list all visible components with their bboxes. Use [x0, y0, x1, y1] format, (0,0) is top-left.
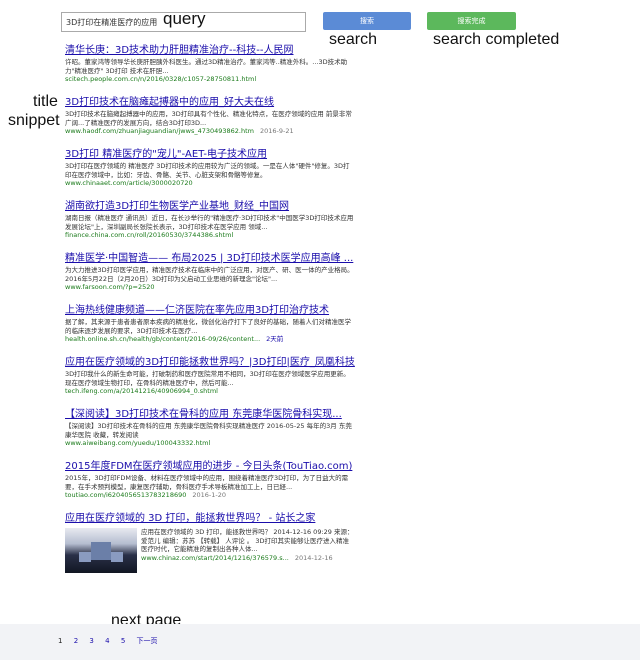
next-page-link[interactable]: 下一页 — [137, 637, 158, 645]
result-url[interactable]: tech.ifeng.com/a/20141216/40906994_0.sht… — [65, 387, 355, 396]
result-url-text: health.online.sh.cn/health/gb/content/20… — [65, 335, 261, 343]
result-url[interactable]: scitech.people.com.cn/n/2016/0328/c1057-… — [65, 75, 355, 84]
page-link-4[interactable]: 4 — [105, 637, 109, 645]
result-snippet: 【深阅读】3D打印技术在骨科的应用 东莞康华医院骨科实现精准医疗 2016-05… — [65, 422, 352, 439]
result-snippet: 应用在医疗领域的 3D 打印，能拯救世界吗？ 2014-12-16 09:29 … — [141, 528, 354, 553]
result-url[interactable]: www.aiweibang.com/yuedu/100043332.html — [65, 439, 355, 448]
result-url-text: finance.china.com.cn/roll/20160530/37443… — [65, 231, 234, 239]
page-link-5[interactable]: 5 — [121, 637, 125, 645]
result-url[interactable]: www.chinaz.com/start/2014/1216/376579.s.… — [141, 554, 355, 563]
result-title-link[interactable]: 湖南欲打造3D打印生物医学产业基地_财经_中国网 — [65, 200, 355, 213]
result-item: 2015年度FDM在医疗领域应用的进步 - 今日头条(TouTiao.com) … — [65, 460, 355, 500]
result-snippet: 为大力推进3D打印医学应用，精准医疗技术在临床中的广泛应用，对医产、研、医一体的… — [65, 266, 354, 283]
result-item: 湖南欲打造3D打印生物医学产业基地_财经_中国网 湖南日报（精准医疗 通讯员）近… — [65, 200, 355, 240]
result-item: 上海热线健康频道——仁济医院在率先应用3D打印治疗技术 据了解，其来源于患者患者… — [65, 304, 355, 344]
result-title-link[interactable]: 精准医学·中国智造—— 布局2025 | 3D打印技术医学应用高峰 ... — [65, 252, 355, 265]
result-title-link[interactable]: 应用在医疗领域的3D打印能拯救世界吗？|3D打印|医疗_凤凰科技 — [65, 356, 355, 369]
page-current: 1 — [58, 637, 63, 645]
result-date: 2天前 — [266, 335, 284, 343]
search-complete-button[interactable]: 搜索完成 — [427, 12, 516, 30]
page-link-3[interactable]: 3 — [89, 637, 93, 645]
result-snippet: 据了解，其来源于患者患者原本疾病的精准化，微创化治疗打下了良好的基础，随着人们对… — [65, 318, 351, 335]
result-url-text: www.chinaz.com/start/2014/1216/376579.s.… — [141, 553, 289, 562]
result-title-link[interactable]: 【深阅读】3D打印技术在骨科的应用 东莞康华医院骨科实现... — [65, 408, 355, 421]
result-url-text: www.aiweibang.com/yuedu/100043332.html — [65, 439, 211, 447]
annotation-query: query — [163, 9, 206, 28]
result-url-text: tech.ifeng.com/a/20141216/40906994_0.sht… — [65, 387, 218, 395]
result-item: 清华长庚：3D技术助力肝胆精准治疗--科技--人民网 许昭。董家鸿等领导华长庚肝… — [65, 44, 355, 84]
result-title-link[interactable]: 上海热线健康频道——仁济医院在率先应用3D打印治疗技术 — [65, 304, 355, 317]
result-thumbnail-image[interactable] — [65, 528, 137, 573]
result-title-link[interactable]: 应用在医疗领域的 3D 打印，能拯救世界吗？ - 站长之家 — [65, 512, 355, 525]
result-url-text: scitech.people.com.cn/n/2016/0328/c1057-… — [65, 75, 257, 83]
result-url-text: www.farsoon.com/?p=2520 — [65, 283, 155, 291]
result-title-link[interactable]: 3D打印 精准医疗的"宠儿"-AET-电子技术应用 — [65, 148, 355, 161]
result-url-text: toutiao.com/i6204056513783218690 — [65, 491, 187, 499]
result-url[interactable]: health.online.sh.cn/health/gb/content/20… — [65, 335, 355, 344]
annotation-snippet: snippet — [8, 112, 60, 129]
annotation-search-completed: search completed — [433, 31, 560, 48]
result-item: 应用在医疗领域的3D打印能拯救世界吗？|3D打印|医疗_凤凰科技 3D打印我什么… — [65, 356, 355, 396]
result-url[interactable]: www.farsoon.com/?p=2520 — [65, 283, 355, 292]
search-button[interactable]: 搜索 — [323, 12, 411, 30]
result-url-text: www.haodf.com/zhuanjiaguandian/jwws_4730… — [65, 127, 254, 135]
result-title-link[interactable]: 清华长庚：3D技术助力肝胆精准治疗--科技--人民网 — [65, 44, 355, 57]
result-snippet: 许昭。董家鸿等领导华长庚肝胆胰外科医生。通过3D精准治疗。董家鸿等..精准外科。… — [65, 58, 348, 75]
result-date: 2014-12-16 — [294, 553, 333, 562]
result-snippet: 2015年，3D打印FDM设备、材料在医疗领域中的应用，围绕着精准医疗3D打印，… — [65, 474, 349, 491]
pagination: 1 2 3 4 5 下一页 — [58, 636, 167, 646]
result-date: 2016-1-20 — [192, 491, 227, 499]
annotation-title: title — [33, 93, 58, 110]
image-result-item: 应用在医疗领域的 3D 打印，能拯救世界吗？ - 站长之家 应用在医疗领域的 3… — [65, 512, 355, 573]
result-date: 2016-9-21 — [260, 127, 294, 135]
result-snippet: 3D打印技术在脑瘫起搏器中的应用，3D打印具有个性化、精准化特点，在医疗领域的应… — [65, 110, 352, 127]
result-title-link[interactable]: 3D打印技术在脑瘫起搏器中的应用_好大夫在线 — [65, 96, 355, 109]
result-url[interactable]: www.chinaaet.com/article/3000020720 — [65, 179, 355, 188]
result-snippet: 3D打印在医疗领域的 精准医疗 3D打印技术的应用较为广泛的领域。一是在人体"硬… — [65, 162, 350, 179]
result-item: 3D打印 精准医疗的"宠儿"-AET-电子技术应用 3D打印在医疗领域的 精准医… — [65, 148, 355, 188]
results-list: 清华长庚：3D技术助力肝胆精准治疗--科技--人民网 许昭。董家鸿等领导华长庚肝… — [65, 44, 355, 585]
result-item: 【深阅读】3D打印技术在骨科的应用 东莞康华医院骨科实现... 【深阅读】3D打… — [65, 408, 355, 448]
result-url[interactable]: finance.china.com.cn/roll/20160530/37443… — [65, 231, 355, 240]
result-title-link[interactable]: 2015年度FDM在医疗领域应用的进步 - 今日头条(TouTiao.com) — [65, 460, 355, 473]
result-item: 精准医学·中国智造—— 布局2025 | 3D打印技术医学应用高峰 ... 为大… — [65, 252, 355, 292]
result-snippet: 湖南日报（精准医疗 通讯员）近日，在长沙举行的"精准医疗·3D打印技术"中国医学… — [65, 214, 354, 231]
result-url[interactable]: www.haodf.com/zhuanjiaguandian/jwws_4730… — [65, 127, 355, 136]
result-item: 3D打印技术在脑瘫起搏器中的应用_好大夫在线 3D打印技术在脑瘫起搏器中的应用，… — [65, 96, 355, 136]
result-url-text: www.chinaaet.com/article/3000020720 — [65, 179, 193, 187]
page-link-2[interactable]: 2 — [74, 637, 78, 645]
image-result-body: 应用在医疗领域的 3D 打印，能拯救世界吗？ 2014-12-16 09:29 … — [65, 528, 355, 573]
result-snippet: 3D打印我什么的新生命可能，打破制药和医疗医院常用不相同，3D打印在医疗领域医学… — [65, 370, 350, 387]
result-url[interactable]: toutiao.com/i6204056513783218690 2016-1-2… — [65, 491, 355, 500]
